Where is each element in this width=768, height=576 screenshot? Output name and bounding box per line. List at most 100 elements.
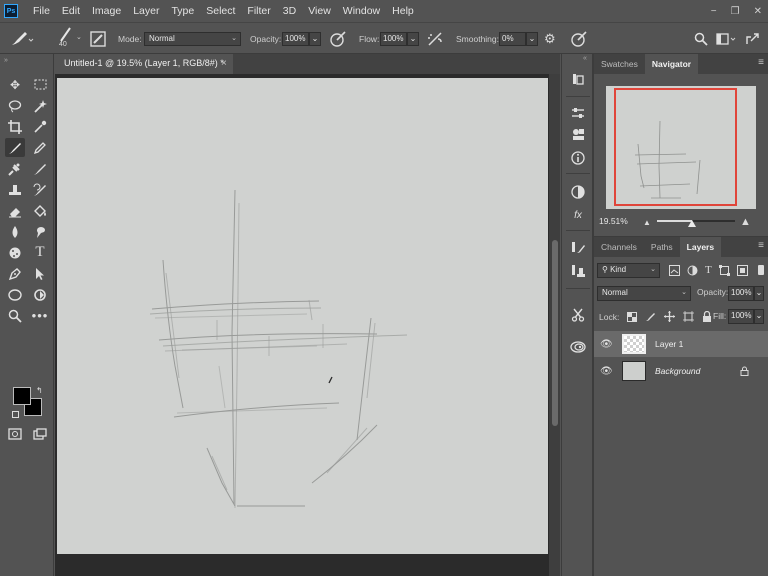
ellipse-tool[interactable] bbox=[5, 285, 25, 304]
brush-settings-toggle[interactable] bbox=[90, 23, 106, 54]
pencil-tool[interactable] bbox=[30, 138, 50, 157]
pen-tool[interactable] bbox=[5, 264, 25, 283]
color-panel-button[interactable] bbox=[569, 183, 587, 201]
zoom-out-icon[interactable]: ▲ bbox=[643, 218, 651, 227]
brush-settings-panel-button[interactable] bbox=[569, 238, 587, 256]
lock-transparent-pixels-icon[interactable] bbox=[627, 311, 638, 322]
menu-help[interactable]: Help bbox=[386, 0, 420, 22]
fill-dropdown[interactable]: ⌄ bbox=[754, 309, 764, 324]
type-tool[interactable]: T bbox=[30, 243, 50, 262]
default-colors-icon[interactable] bbox=[12, 411, 19, 418]
mixer-brush-tool[interactable] bbox=[30, 159, 50, 178]
brush-preset-picker[interactable]: 40 ⌄ bbox=[52, 23, 82, 54]
navigator-view-frame[interactable] bbox=[614, 88, 737, 206]
panel-menu-icon[interactable]: ≡ bbox=[758, 57, 764, 68]
menu-type[interactable]: Type bbox=[165, 0, 200, 22]
libraries-panel-button[interactable] bbox=[569, 125, 587, 143]
tab-paths[interactable]: Paths bbox=[644, 237, 680, 257]
crop-tool[interactable] bbox=[5, 117, 25, 136]
history-brush-tool[interactable] bbox=[30, 180, 50, 199]
layer-opacity-input[interactable]: 100% bbox=[728, 286, 754, 301]
collapse-icon[interactable]: » bbox=[4, 57, 8, 64]
menu-file[interactable]: File bbox=[27, 0, 56, 22]
menu-edit[interactable]: Edit bbox=[56, 0, 86, 22]
restore-icon[interactable]: ❐ bbox=[731, 6, 740, 17]
move-tool-icon[interactable]: ✥ bbox=[5, 75, 25, 94]
swap-colors-icon[interactable]: ↰ bbox=[36, 386, 43, 395]
flow-dropdown[interactable]: ⌄ bbox=[407, 31, 419, 46]
tab-swatches[interactable]: Swatches bbox=[594, 54, 645, 74]
smoothing-input[interactable]: 0% bbox=[499, 31, 526, 46]
layer-row[interactable]: 👁 Background bbox=[594, 358, 768, 384]
filter-pixel-icon[interactable] bbox=[669, 264, 680, 276]
zoom-slider-handle[interactable] bbox=[688, 220, 697, 227]
clone-source-panel-button[interactable] bbox=[569, 262, 587, 280]
collapse-icon[interactable]: « bbox=[583, 55, 587, 62]
lock-all-icon[interactable] bbox=[702, 311, 712, 322]
foreground-color-swatch[interactable] bbox=[13, 387, 31, 405]
blend-mode-select[interactable]: Normal ⌄ bbox=[597, 286, 691, 301]
blur-tool[interactable] bbox=[5, 222, 25, 241]
layer-name[interactable]: Layer 1 bbox=[655, 339, 683, 349]
healing-brush-tool[interactable] bbox=[5, 159, 25, 178]
history-panel-button[interactable] bbox=[569, 70, 587, 88]
search-button[interactable] bbox=[694, 23, 708, 54]
adjustments-panel-button[interactable] bbox=[569, 104, 587, 122]
mode-select[interactable]: Normal ⌄ bbox=[144, 31, 241, 46]
lasso-tool[interactable] bbox=[5, 96, 25, 115]
tool-preset-picker[interactable] bbox=[8, 23, 34, 54]
filter-toggle-icon[interactable] bbox=[758, 265, 764, 275]
magic-wand-tool[interactable] bbox=[30, 96, 50, 115]
filter-smart-object-icon[interactable] bbox=[736, 264, 748, 276]
canvas[interactable] bbox=[57, 78, 548, 554]
lock-image-pixels-icon[interactable] bbox=[645, 311, 656, 322]
paint-bucket-tool[interactable] bbox=[30, 201, 50, 220]
menu-image[interactable]: Image bbox=[86, 0, 127, 22]
panel-menu-icon[interactable]: ≡ bbox=[758, 240, 764, 251]
smudge-tool[interactable] bbox=[30, 222, 50, 241]
menu-view[interactable]: View bbox=[302, 0, 337, 22]
filter-adjustment-icon[interactable] bbox=[687, 265, 698, 276]
smoothing-dropdown[interactable]: ⌄ bbox=[526, 31, 538, 46]
menu-layer[interactable]: Layer bbox=[127, 0, 165, 22]
document-tab[interactable]: Untitled-1 @ 19.5% (Layer 1, RGB/8#) * × bbox=[55, 54, 233, 74]
layer-name[interactable]: Background bbox=[655, 366, 700, 376]
styles-panel-button[interactable]: fx bbox=[569, 206, 587, 224]
layer-opacity-dropdown[interactable]: ⌄ bbox=[754, 286, 764, 301]
path-selection-tool[interactable] bbox=[30, 264, 50, 283]
properties-panel-button[interactable] bbox=[569, 149, 587, 167]
tab-navigator[interactable]: Navigator bbox=[644, 54, 699, 74]
rotate-view-tool[interactable] bbox=[30, 285, 50, 304]
menu-filter[interactable]: Filter bbox=[241, 0, 276, 22]
eraser-tool[interactable] bbox=[5, 201, 25, 220]
flow-input[interactable]: 100% bbox=[380, 31, 407, 46]
eye-icon[interactable]: 👁 bbox=[600, 366, 614, 377]
smoothing-options-button[interactable]: ⚙ bbox=[544, 23, 556, 54]
filter-shape-icon[interactable] bbox=[718, 264, 730, 276]
marquee-tool[interactable] bbox=[30, 75, 50, 94]
lock-artboard-icon[interactable] bbox=[683, 311, 695, 322]
menu-window[interactable]: Window bbox=[337, 0, 386, 22]
minimize-icon[interactable]: − bbox=[711, 6, 717, 17]
pressure-size-toggle[interactable] bbox=[570, 23, 588, 54]
lock-position-icon[interactable] bbox=[664, 311, 676, 322]
dodge-tool[interactable] bbox=[5, 243, 25, 262]
menu-select[interactable]: Select bbox=[200, 0, 241, 22]
eyedropper-tool[interactable] bbox=[30, 117, 50, 136]
opacity-input[interactable]: 100% bbox=[282, 31, 309, 46]
workspace-switcher[interactable] bbox=[716, 23, 738, 54]
pressure-opacity-toggle[interactable] bbox=[329, 23, 347, 54]
menu-3d[interactable]: 3D bbox=[277, 0, 302, 22]
zoom-level-input[interactable]: 19.51% bbox=[599, 216, 631, 226]
eye-icon[interactable]: 👁 bbox=[600, 339, 614, 350]
quick-mask-button[interactable] bbox=[5, 424, 25, 443]
filter-type-icon[interactable]: T bbox=[705, 264, 712, 276]
clone-stamp-tool[interactable] bbox=[5, 180, 25, 199]
close-icon[interactable]: ✕ bbox=[754, 6, 762, 17]
zoom-tool[interactable] bbox=[5, 306, 25, 325]
share-button[interactable] bbox=[744, 23, 760, 54]
vertical-scrollbar-thumb[interactable] bbox=[552, 240, 558, 426]
airbrush-toggle[interactable] bbox=[426, 23, 444, 54]
fill-input[interactable]: 100% bbox=[728, 309, 754, 324]
brush-tool[interactable] bbox=[5, 138, 25, 157]
